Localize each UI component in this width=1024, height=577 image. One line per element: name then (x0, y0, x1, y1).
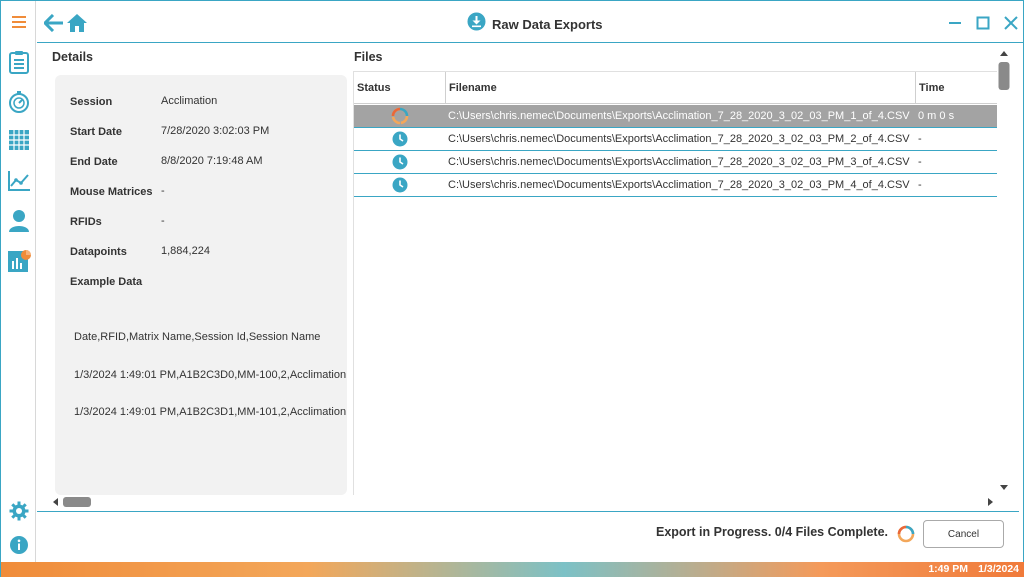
filename-cell: C:\Users\chris.nemec\Documents\Exports\A… (448, 179, 910, 191)
progress-spinner-icon (897, 525, 915, 548)
table-row[interactable]: C:\Users\chris.nemec\Documents\Exports\A… (354, 105, 997, 128)
taskbar-time: 1:49 PM (928, 563, 968, 575)
table-row[interactable]: C:\Users\chris.nemec\Documents\Exports\A… (354, 174, 997, 197)
column-header-status[interactable]: Status (354, 72, 445, 104)
detail-value-mouse-matrices: - (161, 185, 165, 197)
table-row[interactable]: C:\Users\chris.nemec\Documents\Exports\A… (354, 128, 997, 151)
clock-icon (354, 151, 445, 173)
detail-value-end-date: 8/8/2020 7:19:48 AM (161, 155, 263, 167)
clock-icon (354, 174, 445, 196)
time-cell: - (918, 179, 922, 191)
time-cell: - (918, 156, 922, 168)
clipboard-icon[interactable] (1, 45, 36, 79)
close-icon[interactable] (1001, 10, 1021, 36)
taskbar-date: 1/3/2024 (978, 563, 1019, 575)
taskbar: 1:49 PM 1/3/2024 (1, 562, 1024, 577)
details-panel: Session Acclimation Start Date 7/28/2020… (55, 75, 347, 495)
download-icon (467, 12, 486, 36)
example-data-line: 1/3/2024 1:49:01 PM,A1B2C3D1,MM-101,2,Ac… (74, 406, 347, 418)
filename-cell: C:\Users\chris.nemec\Documents\Exports\A… (448, 156, 910, 168)
table-header: Status Filename Time (354, 72, 997, 104)
detail-value-datapoints: 1,884,224 (161, 245, 210, 257)
details-header: Details (52, 50, 93, 64)
detail-label-end-date: End Date (70, 156, 118, 168)
detail-value-rfids: - (161, 215, 165, 227)
app-window: Raw Data Exports Details Session Acclima… (0, 0, 1024, 577)
spinner-icon (354, 105, 445, 127)
gear-icon[interactable] (1, 494, 36, 528)
stopwatch-icon[interactable] (1, 85, 36, 119)
grid-icon[interactable] (1, 123, 36, 157)
time-cell: 0 m 0 s (918, 110, 955, 122)
clock-icon (354, 128, 445, 150)
table-row[interactable]: C:\Users\chris.nemec\Documents\Exports\A… (354, 151, 997, 174)
files-header: Files (354, 50, 383, 64)
user-icon[interactable] (1, 204, 36, 238)
example-data-line: Date,RFID,Matrix Name,Session Id,Session… (74, 331, 321, 343)
example-data-block: Date,RFID,Matrix Name,Session Id,Session… (74, 306, 346, 444)
detail-value-session: Acclimation (161, 95, 218, 107)
column-header-time[interactable]: Time (915, 72, 997, 104)
maximize-icon[interactable] (973, 10, 993, 36)
filename-cell: C:\Users\chris.nemec\Documents\Exports\A… (448, 133, 910, 145)
detail-label-datapoints: Datapoints (70, 246, 127, 258)
detail-label-rfids: RFIDs (70, 216, 102, 228)
example-data-label: Example Data (70, 276, 143, 288)
minimize-icon[interactable] (945, 10, 965, 36)
example-data-line: 1/3/2024 1:49:01 PM,A1B2C3D0,MM-100,2,Ac… (74, 368, 347, 381)
home-icon[interactable] (66, 10, 88, 36)
detail-label-start-date: Start Date (70, 126, 122, 138)
export-status-text: Export in Progress. 0/4 Files Complete. (655, 525, 888, 539)
detail-value-start-date: 7/28/2020 3:02:03 PM (161, 125, 270, 137)
detail-label-mouse-matrices: Mouse Matrices (70, 186, 153, 198)
info-icon[interactable] (1, 528, 36, 562)
menu-icon[interactable] (1, 5, 36, 39)
back-icon[interactable] (42, 10, 66, 36)
line-chart-icon[interactable] (1, 164, 36, 198)
time-cell: - (918, 133, 922, 145)
title-bar: Raw Data Exports (37, 1, 1023, 43)
filename-cell: C:\Users\chris.nemec\Documents\Exports\A… (448, 110, 910, 122)
sidebar (1, 1, 36, 562)
files-table: Status Filename Time C:\Users\chris.neme… (353, 71, 997, 495)
cancel-button[interactable]: Cancel (923, 520, 1004, 548)
window-title-group: Raw Data Exports (467, 12, 603, 36)
window-title: Raw Data Exports (492, 16, 603, 32)
footer-divider (37, 511, 1019, 512)
horizontal-scrollbar[interactable] (51, 495, 997, 509)
column-header-filename[interactable]: Filename (445, 72, 915, 104)
vertical-scrollbar[interactable] (997, 47, 1011, 495)
detail-label-session: Session (70, 96, 113, 108)
report-icon[interactable] (1, 244, 36, 278)
